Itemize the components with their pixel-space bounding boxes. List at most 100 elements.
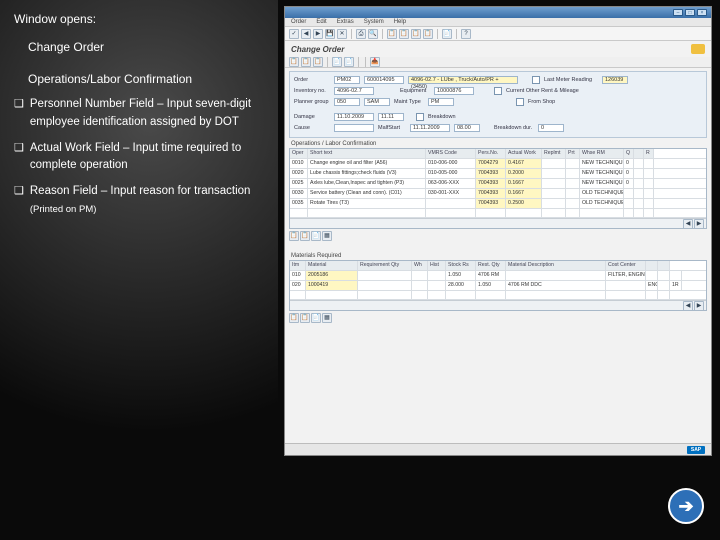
bullet-reason: ❑Reason Field – Input reason for transac… xyxy=(14,183,264,219)
toolbar-icon[interactable]: ◀ xyxy=(301,29,311,39)
page-heading-row: Change Order xyxy=(285,41,711,57)
toolbar-icon[interactable]: ▶ xyxy=(313,29,323,39)
table-row[interactable]: 01020051861.0504706 RMFILTER, ENGINE OIL xyxy=(290,271,706,281)
sap-heading-logo xyxy=(691,44,705,54)
malfstart-date-field[interactable]: 11.11.2009 xyxy=(410,124,450,132)
toolbar-icon[interactable]: 📄 xyxy=(442,29,452,39)
label-inventory: Inventory no. xyxy=(294,88,330,94)
cell[interactable]: 7004393 xyxy=(476,189,506,198)
planner-group-field[interactable]: 050 xyxy=(334,98,360,106)
order-type-field[interactable]: PM02 xyxy=(334,76,360,84)
toolbar-icon[interactable]: ? xyxy=(461,29,471,39)
cell: 0010 xyxy=(290,159,308,168)
cell: 1.050 xyxy=(476,281,506,290)
scroll-right-icon[interactable]: ▶ xyxy=(694,301,704,311)
table-row[interactable]: 020100041928.0001.0504706 RM DDCENGINE O… xyxy=(290,281,706,291)
cell[interactable]: 2005186 xyxy=(306,271,358,280)
cell[interactable]: 0.4167 xyxy=(506,159,542,168)
toolbar-icon[interactable]: 📋 xyxy=(301,57,311,67)
table-row[interactable]: 0035Rotate Tires (T3)70043930.2500OLD TE… xyxy=(290,199,706,209)
minimize-button[interactable]: – xyxy=(673,9,683,16)
table-tool-icon[interactable]: 📋 xyxy=(289,231,299,241)
cell[interactable]: 1000419 xyxy=(306,281,358,290)
table-row[interactable]: 0010Change engine oil and filter (A56)01… xyxy=(290,159,706,169)
current-other-checkbox[interactable] xyxy=(494,87,502,95)
table-row[interactable]: 0030Service battery (Clean and conn). (C… xyxy=(290,189,706,199)
menu-edit[interactable]: Edit xyxy=(316,19,326,25)
toolbar-icon[interactable]: 📋 xyxy=(387,29,397,39)
toolbar-icon[interactable]: 📋 xyxy=(411,29,421,39)
toolbar-icon[interactable]: 📥 xyxy=(370,57,380,67)
table-tool-icon[interactable]: ▦ xyxy=(322,231,332,241)
breakdown-dur-field[interactable]: 0 xyxy=(538,124,564,132)
equipment-field[interactable]: 10000876 xyxy=(434,87,474,95)
materials-section-title: Materials Required xyxy=(291,253,711,259)
table-tool-icon[interactable]: 📋 xyxy=(300,231,310,241)
table-tool-icon[interactable]: ▦ xyxy=(322,313,332,323)
cell[interactable]: 0.2000 xyxy=(506,169,542,178)
order-desc-field[interactable]: 4096-02.7 - LUbe , Truck/Auto/PR + (3450… xyxy=(408,76,518,84)
toolbar-icon[interactable]: 📄 xyxy=(344,57,354,67)
toolbar-icon[interactable]: ⎙ xyxy=(356,29,366,39)
damage-date-field[interactable]: 11.10.2009 xyxy=(334,113,374,121)
cell[interactable]: 0.2500 xyxy=(506,199,542,208)
toolbar-icon[interactable]: ✓ xyxy=(289,29,299,39)
table-tool-icon[interactable]: 📋 xyxy=(289,313,299,323)
cell xyxy=(566,199,580,208)
breakdown-checkbox[interactable] xyxy=(416,113,424,121)
cell: 1.050 xyxy=(446,271,476,280)
from-shop-checkbox[interactable] xyxy=(516,98,524,106)
cell[interactable]: 7004393 xyxy=(476,199,506,208)
scroll-right-icon[interactable]: ▶ xyxy=(694,219,704,229)
menu-extras[interactable]: Extras xyxy=(337,19,354,25)
maint-type-field[interactable]: PM xyxy=(428,98,454,106)
cell xyxy=(542,199,566,208)
planner-group-name-field[interactable]: SAM xyxy=(364,98,390,106)
table-tool-icon[interactable]: 📄 xyxy=(311,231,321,241)
last-meter-checkbox[interactable] xyxy=(532,76,540,84)
order-number-field[interactable]: 600014095 xyxy=(364,76,404,84)
table-tool-icon[interactable]: 📄 xyxy=(311,313,321,323)
materials-table[interactable]: ItmMaterialRequirement QtyWhHistStock Rs… xyxy=(289,260,707,311)
table-row[interactable]: 0025Axles lube,Clean,Inspec and tighten … xyxy=(290,179,706,189)
malfstart-time-field[interactable]: 08.00 xyxy=(454,124,480,132)
cause-field[interactable] xyxy=(334,124,374,132)
toolbar-icon[interactable]: 📋 xyxy=(399,29,409,39)
toolbar-icon[interactable]: 📋 xyxy=(313,57,323,67)
cell: 063-006-XXX xyxy=(426,179,476,188)
damage-time-field[interactable]: 11.11 xyxy=(378,113,404,121)
close-button[interactable]: × xyxy=(697,9,707,16)
operations-table[interactable]: OperShort textVMRS CodePers.No.Actual Wo… xyxy=(289,148,707,229)
table-tool-icon[interactable]: 📋 xyxy=(300,313,310,323)
cell: OLD TECHNIQUE xyxy=(580,199,624,208)
cell[interactable]: 7004279 xyxy=(476,159,506,168)
cell[interactable]: 0.1667 xyxy=(506,179,542,188)
last-meter-field[interactable]: 126039 xyxy=(602,76,628,84)
cell: 0035 xyxy=(290,199,308,208)
scroll-left-icon[interactable]: ◀ xyxy=(683,219,693,229)
next-arrow-button[interactable]: ➔ xyxy=(668,488,704,524)
maximize-button[interactable]: □ xyxy=(685,9,695,16)
menu-system[interactable]: System xyxy=(364,19,384,25)
cell[interactable]: 7004393 xyxy=(476,169,506,178)
inventory-field[interactable]: 4096-02.7 xyxy=(334,87,374,95)
cell xyxy=(426,199,476,208)
cell xyxy=(428,281,446,290)
toolbar-icon[interactable]: 📄 xyxy=(332,57,342,67)
cell[interactable]: 7004393 xyxy=(476,179,506,188)
cell[interactable]: 0.1667 xyxy=(506,189,542,198)
menu-order[interactable]: Order xyxy=(291,19,306,25)
toolbar-icon[interactable]: ✕ xyxy=(337,29,347,39)
cell xyxy=(644,199,654,208)
scroll-left-icon[interactable]: ◀ xyxy=(683,301,693,311)
table-row[interactable]: 0020Lube chassis fittings;check fluids (… xyxy=(290,169,706,179)
cell xyxy=(670,271,682,280)
cell xyxy=(412,281,428,290)
label-order: Order xyxy=(294,77,330,83)
cell xyxy=(644,189,654,198)
toolbar-icon[interactable]: 🔍 xyxy=(368,29,378,39)
toolbar-icon[interactable]: 📋 xyxy=(289,57,299,67)
toolbar-icon[interactable]: 💾 xyxy=(325,29,335,39)
menu-help[interactable]: Help xyxy=(394,19,406,25)
toolbar-icon[interactable]: 📋 xyxy=(423,29,433,39)
